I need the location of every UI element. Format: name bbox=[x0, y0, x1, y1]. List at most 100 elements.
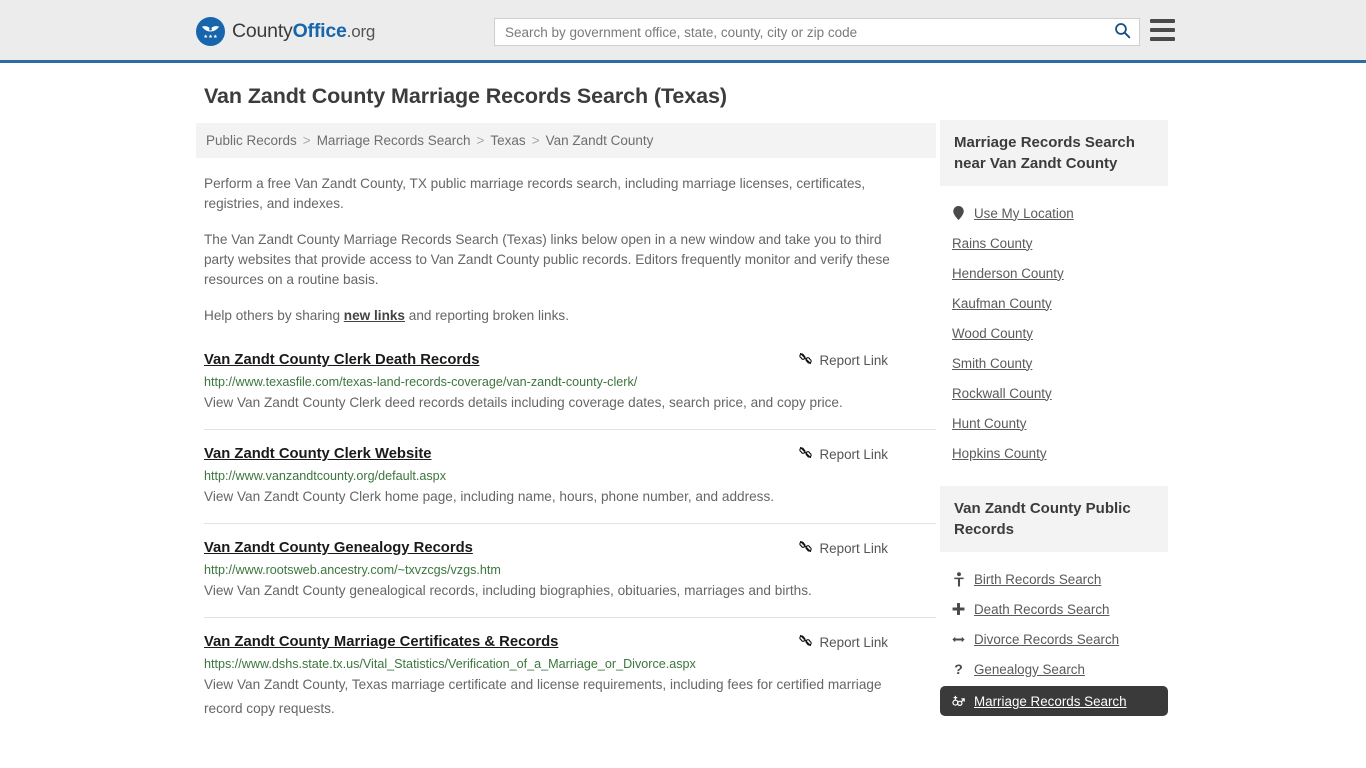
result-url: http://www.rootsweb.ancestry.com/~txvzcg… bbox=[204, 563, 501, 577]
result-url: http://www.texasfile.com/texas-land-reco… bbox=[204, 375, 638, 389]
sidebar-widget-body: Use My Location Rains County Henderson Cou… bbox=[940, 186, 1168, 468]
cross-icon bbox=[952, 602, 965, 616]
sidebar-item-label[interactable]: Hunt County bbox=[952, 416, 1026, 431]
hamburger-menu-button[interactable] bbox=[1150, 19, 1175, 41]
breadcrumb-item-van-zandt-county[interactable]: Van Zandt County bbox=[546, 133, 654, 148]
search-icon bbox=[1114, 22, 1131, 42]
site-logo-text: CountyOffice.org bbox=[232, 20, 375, 43]
result-url: https://www.dshs.state.tx.us/Vital_Stati… bbox=[204, 657, 696, 671]
sidebar-item-genealogy-search[interactable]: ? Genealogy Search bbox=[940, 654, 1168, 684]
sidebar-item-marriage-records-search[interactable]: Marriage Records Search bbox=[940, 686, 1168, 716]
sidebar-item-label[interactable]: Death Records Search bbox=[974, 602, 1109, 617]
site-logo[interactable]: CountyOffice.org bbox=[196, 17, 375, 46]
sidebar-item-divorce-records-search[interactable]: Divorce Records Search bbox=[940, 624, 1168, 654]
result-description: View Van Zandt County Clerk home page, i… bbox=[204, 489, 775, 504]
breadcrumb-item-marriage-records-search[interactable]: Marriage Records Search bbox=[317, 133, 471, 148]
sidebar-widget-title: Van Zandt County Public Records bbox=[940, 486, 1168, 552]
sidebar-item-label[interactable]: Hopkins County bbox=[952, 446, 1047, 461]
sidebar-item-rains-county[interactable]: Rains County bbox=[940, 228, 1168, 258]
result-title-link[interactable]: Van Zandt County Marriage Certificates &… bbox=[204, 632, 558, 652]
sidebar-item-label[interactable]: Smith County bbox=[952, 356, 1032, 371]
sidebar-item-label[interactable]: Divorce Records Search bbox=[974, 632, 1119, 647]
search-bar[interactable] bbox=[494, 18, 1140, 46]
report-link-button[interactable]: Report Link bbox=[798, 350, 936, 369]
result-item: Van Zandt County Clerk Website Report Li… bbox=[204, 444, 936, 524]
result-description: View Van Zandt County, Texas marriage ce… bbox=[204, 677, 882, 716]
search-button[interactable] bbox=[1105, 19, 1139, 45]
broken-link-icon bbox=[798, 539, 813, 557]
sidebar-widget: Van Zandt County Public Records Birth Rec… bbox=[940, 486, 1168, 716]
search-input[interactable] bbox=[495, 19, 1105, 45]
report-link-button[interactable]: Report Link bbox=[798, 444, 936, 463]
result-title-link[interactable]: Van Zandt County Clerk Death Records bbox=[204, 350, 479, 370]
sidebar-item-label[interactable]: Genealogy Search bbox=[974, 662, 1085, 677]
result-item: Van Zandt County Genealogy Records Repor… bbox=[204, 538, 936, 618]
baby-icon bbox=[952, 571, 965, 587]
page-body: Van Zandt County Marriage Records Search… bbox=[0, 63, 1366, 716]
result-description: View Van Zandt County Clerk deed records… bbox=[204, 395, 843, 410]
sidebar-widget-body: Birth Records Search Death Records Search… bbox=[940, 552, 1168, 716]
sidebar-widget: Marriage Records Search near Van Zandt C… bbox=[940, 120, 1168, 468]
breadcrumb-separator: > bbox=[531, 133, 540, 148]
site-header: CountyOffice.org bbox=[0, 0, 1366, 63]
sidebar-item-birth-records-search[interactable]: Birth Records Search bbox=[940, 564, 1168, 594]
report-link-button[interactable]: Report Link bbox=[798, 632, 936, 651]
intro-paragraph-1: Perform a free Van Zandt County, TX publ… bbox=[204, 176, 866, 211]
new-links-link[interactable]: new links bbox=[344, 308, 405, 323]
result-item: Van Zandt County Marriage Certificates &… bbox=[204, 632, 936, 735]
sidebar-item-hopkins-county[interactable]: Hopkins County bbox=[940, 438, 1168, 468]
page-title: Van Zandt County Marriage Records Search… bbox=[204, 84, 727, 108]
broken-link-icon bbox=[798, 633, 813, 651]
eagle-stars-seal-icon bbox=[196, 17, 225, 46]
sidebar-item-label[interactable]: Use My Location bbox=[974, 206, 1074, 221]
sidebar-item-label[interactable]: Rains County bbox=[952, 236, 1032, 251]
brand-part-2: Office bbox=[292, 20, 347, 42]
report-link-label: Report Link bbox=[819, 352, 888, 368]
sidebar-widget-title: Marriage Records Search near Van Zandt C… bbox=[940, 120, 1168, 186]
sidebar-item-hunt-county[interactable]: Hunt County bbox=[940, 408, 1168, 438]
hamburger-menu-icon bbox=[1150, 28, 1175, 32]
hamburger-menu-icon bbox=[1150, 37, 1175, 41]
result-header: Van Zandt County Clerk Website Report Li… bbox=[204, 444, 936, 464]
breadcrumb-item-texas[interactable]: Texas bbox=[490, 133, 525, 148]
brand-part-3: .org bbox=[346, 22, 376, 41]
result-url: http://www.vanzandtcounty.org/default.as… bbox=[204, 469, 446, 483]
sidebar-item-wood-county[interactable]: Wood County bbox=[940, 318, 1168, 348]
sidebar-item-rockwall-county[interactable]: Rockwall County bbox=[940, 378, 1168, 408]
gender-symbols-icon bbox=[952, 695, 965, 708]
result-header: Van Zandt County Marriage Certificates &… bbox=[204, 632, 936, 652]
broken-link-icon bbox=[798, 445, 813, 463]
hamburger-menu-icon bbox=[1150, 19, 1175, 23]
report-link-label: Report Link bbox=[819, 446, 888, 462]
intro-p3-after: and reporting broken links. bbox=[405, 308, 569, 323]
left-right-arrow-icon bbox=[952, 634, 965, 645]
report-link-button[interactable]: Report Link bbox=[798, 538, 936, 557]
sidebar: Marriage Records Search near Van Zandt C… bbox=[940, 120, 1168, 734]
result-title-link[interactable]: Van Zandt County Genealogy Records bbox=[204, 538, 473, 558]
breadcrumb: Public Records > Marriage Records Search… bbox=[196, 123, 936, 158]
breadcrumb-separator: > bbox=[476, 133, 485, 148]
breadcrumb-item-public-records[interactable]: Public Records bbox=[206, 133, 297, 148]
result-item: Van Zandt County Clerk Death Records Rep… bbox=[204, 350, 936, 430]
sidebar-item-label[interactable]: Rockwall County bbox=[952, 386, 1052, 401]
sidebar-item-label[interactable]: Marriage Records Search bbox=[974, 694, 1127, 709]
map-pin-icon bbox=[952, 206, 965, 220]
broken-link-icon bbox=[798, 351, 813, 369]
result-title-link[interactable]: Van Zandt County Clerk Website bbox=[204, 444, 431, 464]
sidebar-item-smith-county[interactable]: Smith County bbox=[940, 348, 1168, 378]
breadcrumb-separator: > bbox=[302, 133, 311, 148]
sidebar-item-label[interactable]: Henderson County bbox=[952, 266, 1064, 281]
intro-p3-before: Help others by sharing bbox=[204, 308, 344, 323]
result-description: View Van Zandt County genealogical recor… bbox=[204, 583, 812, 598]
sidebar-item-label[interactable]: Kaufman County bbox=[952, 296, 1052, 311]
sidebar-item-kaufman-county[interactable]: Kaufman County bbox=[940, 288, 1168, 318]
sidebar-item-label[interactable]: Birth Records Search bbox=[974, 572, 1101, 587]
brand-part-1: County bbox=[232, 20, 293, 42]
sidebar-item-henderson-county[interactable]: Henderson County bbox=[940, 258, 1168, 288]
sidebar-item-label[interactable]: Wood County bbox=[952, 326, 1033, 341]
main-content: Van Zandt County Marriage Records Search… bbox=[196, 84, 936, 749]
question-mark-icon: ? bbox=[954, 661, 963, 677]
sidebar-item-use-my-location[interactable]: Use My Location bbox=[940, 198, 1168, 228]
sidebar-item-death-records-search[interactable]: Death Records Search bbox=[940, 594, 1168, 624]
intro-paragraph-2: The Van Zandt County Marriage Records Se… bbox=[204, 232, 890, 287]
